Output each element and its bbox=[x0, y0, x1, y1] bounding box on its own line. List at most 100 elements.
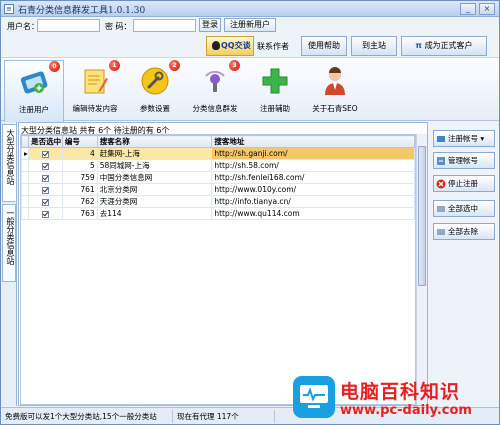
watermark-url: www.pc-daily.com bbox=[340, 403, 472, 418]
row-marker-header bbox=[21, 135, 30, 148]
row-id: 761 bbox=[61, 183, 98, 196]
minimize-button[interactable]: _ bbox=[460, 3, 476, 15]
username-field[interactable] bbox=[37, 19, 100, 32]
checkbox-checked-icon[interactable] bbox=[42, 210, 50, 218]
username-label: 用户名： bbox=[7, 22, 39, 31]
toolbar-about[interactable]: 关于石青SEO bbox=[305, 60, 365, 120]
app-window: ≡ 石青分类信息群发工具1.0.1.30 _ × 用户名： 密 码： 登录 注册… bbox=[0, 0, 500, 425]
toolbar-label: 分类信息群发 bbox=[192, 104, 238, 113]
row-id: 763 bbox=[61, 207, 98, 220]
watermark-title: 电脑百科知识 bbox=[340, 381, 461, 403]
row-name: 赶集网-上海 bbox=[96, 147, 213, 160]
row-checkbox[interactable] bbox=[28, 195, 63, 208]
register-account-button[interactable]: 注册帐号 ▾ bbox=[433, 130, 495, 147]
table-row[interactable]: ▸ 4 赶集网-上海 http://sh.ganji.com/ bbox=[21, 147, 415, 160]
status-edition-info: 免费版可以发1个大型分类站,15个一般分类站 bbox=[3, 410, 173, 423]
watermark-logo-icon bbox=[293, 376, 335, 418]
select-all-button[interactable]: 全部选中 bbox=[433, 200, 495, 217]
table-row[interactable]: 759 中国分类信息网 http://sh.fenlei168.com/ bbox=[21, 171, 415, 184]
column-header-url[interactable]: 搜客地址 bbox=[211, 135, 415, 148]
close-button[interactable]: × bbox=[479, 3, 495, 15]
site-type-tabs: 大型分类信息站 一般分类信息站 bbox=[1, 122, 17, 406]
row-name: 北京分类网 bbox=[96, 183, 213, 196]
qq-chat-button[interactable]: QQ交谈 bbox=[206, 36, 254, 56]
action-row: QQ交谈 联系作者 使用帮助 到主站 π 成为正式客户 bbox=[1, 35, 499, 57]
broadcast-icon bbox=[205, 70, 225, 92]
main-toolbar: 0 注册用户 1 编辑待发内容 2 参数设置 3 分类信息群发 注册辅助 关于石… bbox=[1, 57, 499, 122]
app-menu-icon[interactable]: ≡ bbox=[4, 4, 14, 14]
toolbar-label: 注册辅助 bbox=[260, 104, 290, 113]
column-header-id[interactable]: 编号 bbox=[61, 135, 98, 148]
list-scrollbar[interactable] bbox=[416, 134, 427, 405]
checkbox-checked-icon[interactable] bbox=[42, 150, 50, 158]
column-header-name[interactable]: 搜客名称 bbox=[96, 135, 213, 148]
login-button[interactable]: 登录 bbox=[199, 18, 221, 32]
table-header-row: 是否选中 编号 搜客名称 搜客地址 bbox=[21, 135, 415, 148]
toolbar-label: 编辑待发内容 bbox=[72, 104, 118, 113]
register-account-label: 注册帐号 bbox=[448, 134, 478, 143]
password-field[interactable] bbox=[133, 19, 196, 32]
toolbar-edit-content[interactable]: 1 编辑待发内容 bbox=[65, 60, 125, 120]
table-row[interactable]: 5 58同城网-上海 http://sh.58.com/ bbox=[21, 159, 415, 172]
table-row[interactable]: 762 天涯分类网 http://info.tianya.cn/ bbox=[21, 195, 415, 208]
manage-account-label: 管理帐号 bbox=[448, 156, 478, 165]
become-customer-button[interactable]: π 成为正式客户 bbox=[401, 36, 487, 56]
checkbox-checked-icon[interactable] bbox=[42, 186, 50, 194]
register-user-icon bbox=[20, 71, 48, 94]
toolbar-settings[interactable]: 2 参数设置 bbox=[125, 60, 185, 120]
toolbar-label: 参数设置 bbox=[140, 104, 170, 113]
go-home-button[interactable]: 到主站 bbox=[351, 36, 397, 56]
row-marker bbox=[21, 195, 30, 208]
row-checkbox[interactable] bbox=[28, 147, 63, 160]
qq-chat-label: QQ交谈 bbox=[221, 41, 251, 50]
site-table: 是否选中 编号 搜客名称 搜客地址 ▸ 4 赶集网-上海 http://sh.g… bbox=[21, 135, 415, 220]
checkbox-checked-icon[interactable] bbox=[42, 162, 50, 170]
row-name: 去114 bbox=[96, 207, 213, 220]
checkbox-checked-icon[interactable] bbox=[42, 174, 50, 182]
select-all-label: 全部选中 bbox=[448, 204, 478, 213]
clear-all-label: 全部去除 bbox=[448, 227, 478, 236]
tab-general-sites-label: 一般分类信息站 bbox=[6, 209, 15, 265]
scrollbar-thumb[interactable] bbox=[418, 146, 426, 286]
row-id: 4 bbox=[61, 147, 98, 160]
row-checkbox[interactable] bbox=[28, 159, 63, 172]
row-marker bbox=[21, 183, 30, 196]
chevron-down-icon: ▾ bbox=[478, 134, 485, 143]
row-marker bbox=[21, 207, 30, 220]
table-row[interactable]: 761 北京分类网 http://www.010y.com/ bbox=[21, 183, 415, 196]
stop-icon bbox=[436, 179, 446, 189]
become-customer-label: 成为正式客户 bbox=[424, 41, 473, 50]
toolbar-register-assist[interactable]: 注册辅助 bbox=[245, 60, 305, 120]
row-checkbox[interactable] bbox=[28, 171, 63, 184]
toolbar-badge: 0 bbox=[49, 61, 60, 72]
column-header-selected[interactable]: 是否选中 bbox=[28, 135, 63, 148]
stop-register-button[interactable]: 停止注册 bbox=[433, 175, 495, 192]
help-button[interactable]: 使用帮助 bbox=[301, 36, 347, 56]
register-new-user-button[interactable]: 注册新用户 bbox=[224, 18, 276, 32]
register-account-icon bbox=[437, 136, 445, 142]
row-url: http://www.qu114.com bbox=[211, 207, 415, 220]
toolbar-register-user[interactable]: 0 注册用户 bbox=[4, 60, 64, 122]
toolbar-broadcast[interactable]: 3 分类信息群发 bbox=[185, 60, 245, 120]
row-name: 中国分类信息网 bbox=[96, 171, 213, 184]
tab-big-sites[interactable]: 大型分类信息站 bbox=[2, 124, 16, 202]
site-watermark: 电脑百科知识 www.pc-daily.com bbox=[293, 376, 499, 422]
select-all-icon bbox=[437, 206, 445, 212]
checkbox-checked-icon[interactable] bbox=[42, 198, 50, 206]
tab-general-sites[interactable]: 一般分类信息站 bbox=[2, 204, 16, 282]
title-bar: ≡ 石青分类信息群发工具1.0.1.30 _ × bbox=[1, 1, 499, 17]
assist-plus-icon bbox=[262, 68, 288, 94]
login-row: 用户名： 密 码： 登录 注册新用户 bbox=[1, 18, 499, 34]
row-name: 天涯分类网 bbox=[96, 195, 213, 208]
about-person-icon bbox=[325, 67, 345, 95]
row-url: http://sh.58.com/ bbox=[211, 159, 415, 172]
status-proxy-count: 现在有代理 117个 bbox=[175, 410, 275, 423]
row-checkbox[interactable] bbox=[28, 183, 63, 196]
stop-register-label: 停止注册 bbox=[448, 179, 478, 188]
row-checkbox[interactable] bbox=[28, 207, 63, 220]
toolbar-badge: 3 bbox=[229, 60, 240, 71]
manage-account-button[interactable]: 管理帐号 bbox=[433, 152, 495, 169]
table-row[interactable]: 763 去114 http://www.qu114.com bbox=[21, 207, 415, 220]
row-url: http://info.tianya.cn/ bbox=[211, 195, 415, 208]
clear-all-button[interactable]: 全部去除 bbox=[433, 223, 495, 240]
